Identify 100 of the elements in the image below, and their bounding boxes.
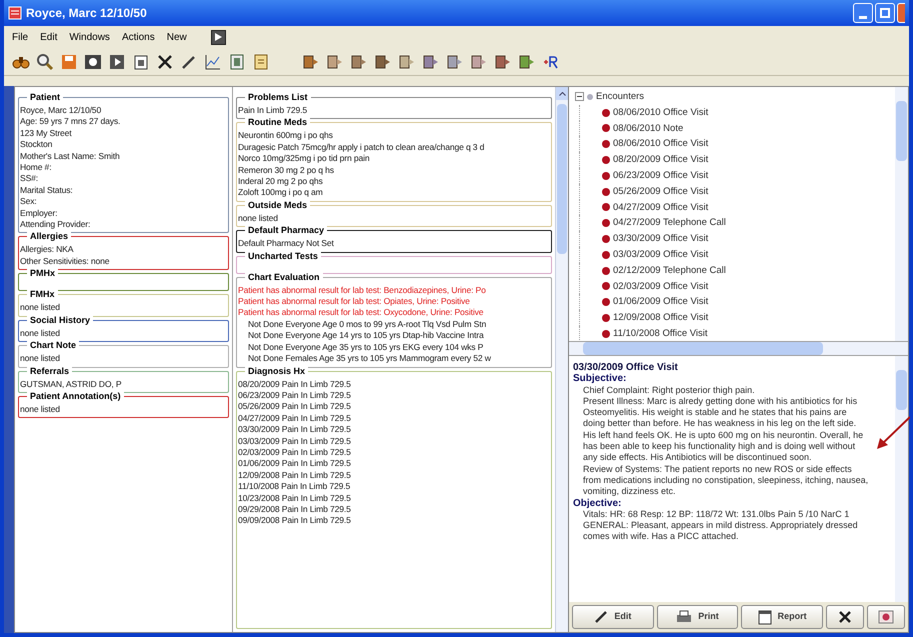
- delete-button[interactable]: [826, 605, 864, 629]
- note-paragraph: Chief Complaint: Right posterior thigh pain.: [582, 384, 756, 396]
- section-title: Patient Annotation(s): [27, 390, 124, 402]
- text-line: Stockton: [20, 139, 54, 151]
- play-icon: [214, 33, 222, 41]
- play-button[interactable]: [210, 30, 226, 44]
- arrow-document-icon: [422, 52, 440, 70]
- toolbar-button[interactable]: [228, 52, 246, 70]
- text-line: Zoloft 100mg i po q am: [238, 187, 324, 199]
- text-line: 01/06/2009 Pain In Limb 729.5: [238, 458, 352, 470]
- toolbar-button[interactable]: [374, 52, 392, 70]
- encounter-item[interactable]: 02/12/2009 Telephone Call: [613, 262, 726, 279]
- toolbar-button[interactable]: [108, 52, 126, 70]
- text-line: Default Pharmacy Not Set: [238, 238, 335, 250]
- encounter-item[interactable]: 08/06/2010 Note: [613, 120, 684, 136]
- section-title: Social History: [27, 314, 94, 326]
- text-line: Allergies: NKA: [20, 244, 74, 256]
- encounter-item[interactable]: 04/27/2009 Telephone Call: [613, 215, 726, 232]
- text-line: Sex:: [20, 196, 38, 208]
- maximize-button[interactable]: [875, 3, 895, 23]
- tree-label[interactable]: Encounters: [596, 89, 644, 105]
- toolbar-button[interactable]: [326, 52, 344, 70]
- text-line: 03/30/2009 Pain In Limb 729.5: [238, 424, 352, 436]
- encounter-item[interactable]: 05/26/2009 Office Visit: [613, 184, 708, 200]
- section-title: Diagnosis Hx: [245, 366, 308, 376]
- arrow-document-icon: [518, 52, 536, 70]
- encounter-item[interactable]: 02/03/2009 Office Visit: [613, 278, 708, 294]
- report-button[interactable]: Report: [741, 605, 824, 629]
- close-button[interactable]: [897, 3, 905, 23]
- arrow-document-icon: [350, 52, 368, 70]
- text-line: Pain In Limb 729.5: [238, 105, 308, 116]
- text-line: none listed: [20, 353, 61, 364]
- alert-line: Patient has abnormal result for lab test: Opiates, Urine: Positive: [238, 296, 471, 308]
- menu-item[interactable]: Edit: [40, 30, 58, 44]
- encounter-item[interactable]: 04/27/2009 Office Visit: [613, 200, 708, 216]
- text-line: Inderal 20 mg 2 po qhs: [238, 176, 324, 188]
- menu-item[interactable]: File: [12, 30, 28, 44]
- toolbar-button[interactable]: [422, 52, 440, 70]
- menu-item[interactable]: New: [166, 30, 187, 44]
- report-icon: [758, 610, 772, 624]
- text-line: 09/09/2008 Pain In Limb 729.5: [238, 515, 352, 527]
- text-line: 05/26/2009 Pain In Limb 729.5: [238, 401, 352, 413]
- scrollbar-thumb[interactable]: [896, 370, 907, 410]
- pointer-arrow: [876, 416, 910, 450]
- scroll-up-button[interactable]: [556, 87, 568, 100]
- toolbar-button[interactable]: [156, 52, 174, 70]
- arrow-document-icon: [398, 52, 416, 70]
- text-line: Royce, Marc 12/10/50: [20, 105, 102, 116]
- delete-icon: [156, 52, 174, 70]
- toolbar-button[interactable]: [36, 52, 54, 70]
- alert-line: Patient has abnormal result for lab test: Oxycodone, Urine: Positive: [238, 307, 484, 319]
- sign-button[interactable]: [867, 605, 906, 629]
- encounter-item[interactable]: 01/06/2009 Office Visit: [613, 294, 708, 310]
- text-line: Not Done Females Age 35 yrs to 105 yrs Mammogram every 52 w: [247, 353, 492, 364]
- arrow-document-icon: [494, 52, 512, 70]
- text-line: Remeron 30 mg 2 po q hs: [238, 164, 335, 176]
- toolbar-button[interactable]: [302, 52, 320, 70]
- scrollbar-thumb[interactable]: [896, 101, 907, 161]
- note-paragraph: Vitals: HR: 68 Resp: 12 BP: 118/72 Wt: 131.0lbs Pain 5 /10 NarC 1: [582, 508, 850, 520]
- toolbar-button[interactable]: [470, 52, 488, 70]
- arrow-document-icon: [470, 52, 488, 70]
- prescription-icon: [543, 54, 559, 68]
- scrollbar-thumb[interactable]: [557, 104, 567, 254]
- menu-item[interactable]: Windows: [69, 30, 110, 44]
- toolbar-button[interactable]: [518, 52, 536, 70]
- toolbar-button[interactable]: [350, 52, 368, 70]
- pencil-icon: [594, 610, 608, 624]
- encounter-item[interactable]: 08/06/2010 Office Visit: [613, 136, 708, 152]
- section-title: Default Pharmacy: [245, 225, 328, 236]
- line-chart-icon: [204, 52, 222, 70]
- text-line: Not Done Everyone Age 14 yrs to 105 yrs Dtap-hib Vaccine Intra: [247, 330, 485, 342]
- print-button[interactable]: Print: [656, 605, 738, 629]
- section-title: Routine Meds: [245, 117, 310, 128]
- toolbar-button[interactable]: [494, 52, 512, 70]
- toolbar-button[interactable]: [398, 52, 416, 70]
- encounter-item[interactable]: 11/10/2008 Office Visit: [613, 326, 708, 341]
- tree-toggle[interactable]: [575, 92, 584, 102]
- encounter-item[interactable]: 08/20/2009 Office Visit: [613, 152, 708, 168]
- minimize-icon: [859, 16, 867, 19]
- note-paragraph: GENERAL: Pleasant, appears in mild distress. Appropriately dressed comes with wife. Has a PICC attached.: [582, 520, 859, 543]
- edit-button[interactable]: Edit: [572, 605, 654, 629]
- text-line: 06/23/2009 Pain In Limb 729.5: [238, 390, 352, 402]
- text-line: Not Done Everyone Age 0 mos to 99 yrs A-root Tlq Vsd Pulm Stn: [247, 318, 488, 330]
- encounter-item[interactable]: 03/30/2009 Office Visit: [613, 231, 708, 247]
- encounter-item[interactable]: 06/23/2009 Office Visit: [613, 168, 708, 184]
- minimize-button[interactable]: [853, 3, 873, 23]
- encounter-item[interactable]: 12/09/2008 Office Visit: [613, 310, 708, 326]
- play-icon: [108, 52, 126, 70]
- note-heading: Subjective:: [573, 373, 628, 385]
- document-icon: [228, 52, 246, 70]
- menu-item[interactable]: Actions: [122, 30, 155, 44]
- arrow-document-icon: [326, 52, 344, 70]
- horizontal-scrollbar-thumb[interactable]: [583, 342, 823, 355]
- encounter-item[interactable]: 08/06/2010 Office Visit: [613, 104, 708, 121]
- encounter-item[interactable]: 03/03/2009 Office Visit: [613, 246, 708, 263]
- note-title: 03/30/2009 Office Visit: [573, 362, 679, 374]
- toolbar-button[interactable]: [446, 52, 464, 70]
- chevron-up-icon: [558, 92, 566, 96]
- section-title: Patient: [27, 92, 64, 103]
- toolbar-button[interactable]: [204, 52, 222, 70]
